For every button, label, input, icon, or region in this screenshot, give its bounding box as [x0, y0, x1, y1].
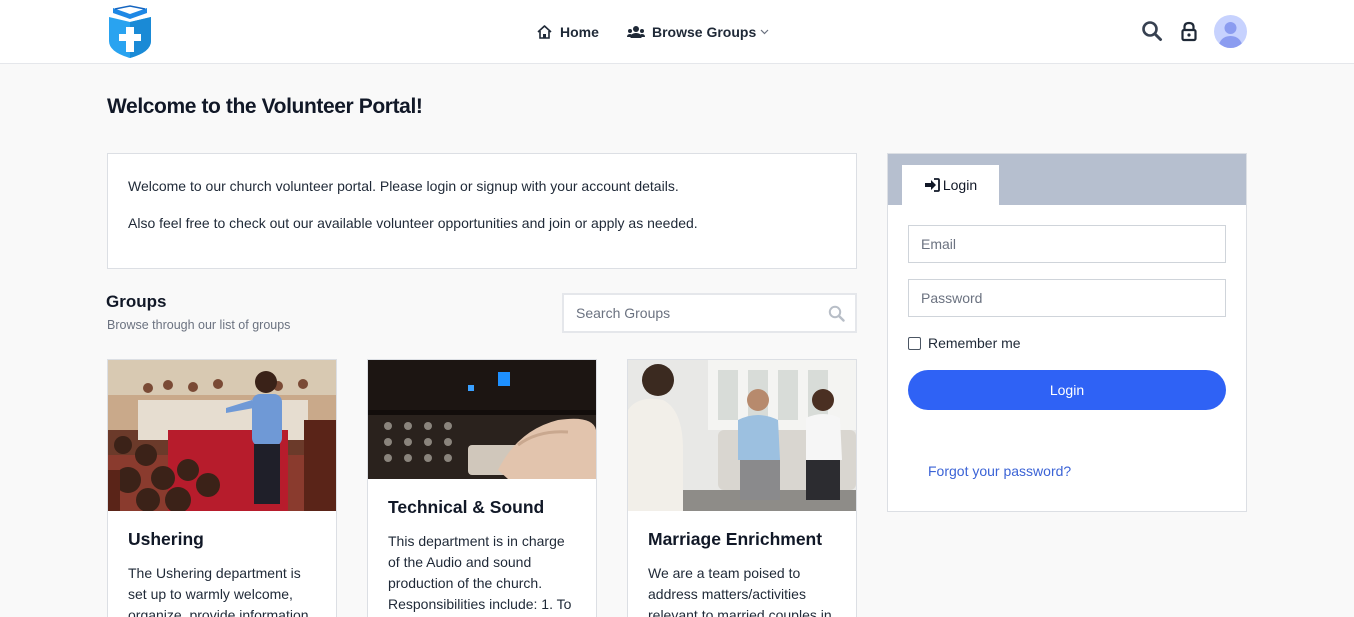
chevron-down-icon — [760, 29, 769, 35]
nav-home[interactable]: Home — [536, 0, 599, 64]
welcome-line-1: Welcome to our church volunteer portal. … — [128, 178, 679, 194]
group-card-title[interactable]: Ushering — [128, 529, 316, 550]
remember-me-checkbox[interactable] — [908, 336, 921, 350]
nav-home-label: Home — [560, 24, 599, 40]
search-icon[interactable] — [828, 305, 845, 322]
group-card-title[interactable]: Technical & Sound — [388, 497, 576, 518]
remember-me[interactable]: Remember me — [908, 335, 1021, 351]
top-navbar: Home Browse Groups — [0, 0, 1354, 64]
login-panel: Login Remember me Login Forgot your pass… — [887, 153, 1247, 512]
login-panel-header: Login — [888, 154, 1246, 205]
password-input[interactable] — [909, 280, 1225, 316]
group-card-marriage-enrichment[interactable]: Marriage Enrichment We are a team poised… — [627, 359, 857, 617]
group-card-technical-sound[interactable]: Technical & Sound This department is in … — [367, 359, 597, 617]
church-logo-icon[interactable] — [107, 5, 154, 59]
login-button[interactable]: Login — [908, 370, 1226, 410]
tab-login[interactable]: Login — [902, 165, 999, 205]
ushering-image[interactable] — [108, 360, 336, 511]
group-card-description: The Ushering department is set up to war… — [128, 565, 309, 617]
groups-heading: Groups — [106, 292, 167, 311]
user-avatar[interactable] — [1214, 15, 1247, 48]
password-field[interactable] — [908, 279, 1226, 317]
page-title: Welcome to the Volunteer Portal! — [107, 95, 423, 118]
marriage-enrichment-image[interactable] — [628, 360, 856, 511]
welcome-line-2: Also feel free to check out our availabl… — [128, 215, 698, 231]
groups-subheading: Browse through our list of groups — [107, 318, 291, 332]
technical-sound-image[interactable] — [368, 360, 596, 479]
remember-me-label[interactable]: Remember me — [928, 335, 1021, 351]
welcome-message-box: Welcome to our church volunteer portal. … — [107, 153, 857, 269]
email-field[interactable] — [908, 225, 1226, 263]
group-card-ushering[interactable]: Ushering The Ushering department is set … — [107, 359, 337, 617]
group-card-title[interactable]: Marriage Enrichment — [648, 529, 836, 550]
sign-in-icon — [924, 178, 940, 192]
search-icon[interactable] — [1141, 20, 1163, 42]
email-input[interactable] — [909, 226, 1225, 262]
nav-browse-groups[interactable]: Browse Groups — [627, 0, 776, 64]
group-card-description: This department is in charge of the Audi… — [388, 533, 572, 612]
home-icon — [537, 25, 552, 39]
forgot-password-link[interactable]: Forgot your password? — [928, 463, 1071, 479]
search-groups-field[interactable] — [562, 293, 857, 333]
nav-browse-groups-label: Browse Groups — [652, 24, 757, 40]
group-card-description: We are a team poised to address matters/… — [648, 565, 832, 617]
users-icon — [627, 26, 645, 38]
search-groups-input[interactable] — [564, 295, 855, 331]
tab-login-label: Login — [942, 177, 978, 193]
lock-icon[interactable] — [1178, 20, 1200, 42]
